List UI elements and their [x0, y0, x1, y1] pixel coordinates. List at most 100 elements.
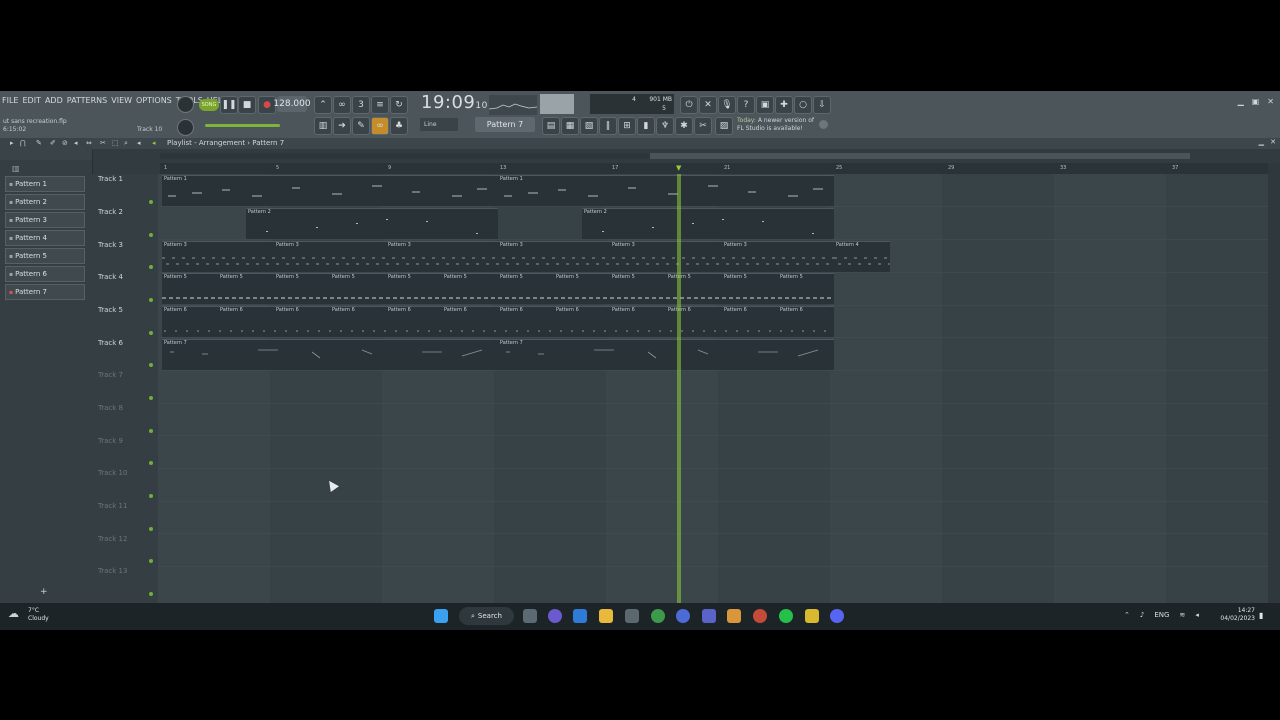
playlist-grid[interactable]: Pattern 1 Pattern 1 Pattern 2 Pattern 2 …	[158, 174, 1268, 603]
song-mode-button[interactable]: SONG	[199, 99, 219, 111]
close-icon[interactable]: ✕	[1267, 97, 1274, 106]
sticky-notes-icon[interactable]	[805, 609, 819, 623]
plugin-button[interactable]: ✚	[775, 96, 793, 114]
playback-icon[interactable]: ◂	[137, 139, 141, 147]
track-label[interactable]: Track 6	[98, 339, 123, 347]
discord-icon[interactable]	[830, 609, 844, 623]
master-pitch-knob[interactable]	[177, 119, 194, 136]
playlist-close-icon[interactable]: ✕	[1270, 138, 1276, 146]
tools-button[interactable]: ✕	[699, 96, 717, 114]
track-mute-led[interactable]	[149, 200, 153, 204]
paint-icon[interactable]: ✐	[50, 139, 56, 147]
pattern-clip[interactable]: Pattern 4	[834, 241, 890, 272]
view-plugin-picker-button[interactable]: ▮	[637, 117, 655, 135]
view-channel-rack-button[interactable]: ▦	[561, 117, 579, 135]
wait-input-button[interactable]: ∞	[333, 96, 351, 114]
notification-icon[interactable]: ▮	[1259, 611, 1263, 620]
track-label[interactable]: Track 12	[98, 535, 127, 543]
delete-icon[interactable]: ⊘	[62, 139, 68, 147]
fl-studio-icon[interactable]	[727, 609, 741, 623]
timeline-ruler[interactable]: 1 5 9 13 17 21 25 29 33 37 ▼	[160, 163, 1268, 174]
draw-icon[interactable]: ✎	[36, 139, 42, 147]
track-label[interactable]: Track 11	[98, 502, 127, 510]
pattern-clip[interactable]: Pattern 6 Pattern 6 Pattern 6 Pattern 6 …	[162, 306, 834, 337]
save-button[interactable]: ▣	[756, 96, 774, 114]
power-button[interactable]: ⏻	[680, 96, 698, 114]
master-volume-knob[interactable]	[177, 96, 194, 113]
scrollbar-thumb[interactable]	[650, 153, 1190, 159]
news-refresh-icon[interactable]	[819, 120, 828, 129]
mute-icon[interactable]: ◂	[74, 139, 78, 147]
view-browser-button[interactable]: ⊞	[618, 117, 636, 135]
draw-tool-button[interactable]: ✎	[352, 117, 370, 135]
stop-button[interactable]: ■	[238, 96, 256, 114]
pattern-clip[interactable]: Pattern 5 Pattern 5 Pattern 5 Pattern 5 …	[162, 273, 834, 304]
track-mute-led[interactable]	[149, 592, 153, 596]
track-label[interactable]: Track 4	[98, 273, 123, 281]
tray-mic-icon[interactable]: ♪	[1140, 611, 1144, 619]
track-mute-led[interactable]	[149, 265, 153, 269]
step-edit-button[interactable]: ≡	[371, 96, 389, 114]
mail-icon[interactable]	[573, 609, 587, 623]
pattern-clip[interactable]: Pattern 7	[498, 339, 834, 370]
slip-icon[interactable]: ⇔	[86, 139, 92, 147]
view-playlist-button[interactable]: ▤	[542, 117, 560, 135]
track-label[interactable]: Track 8	[98, 404, 123, 412]
track-label[interactable]: Track 1	[98, 175, 123, 183]
track-mute-led[interactable]	[149, 331, 153, 335]
pattern-clip[interactable]: Pattern 2	[582, 208, 834, 239]
pattern-clip[interactable]: Pattern 3 Pattern 3 Pattern 3 Pattern 3 …	[162, 241, 834, 272]
app-icon[interactable]	[753, 609, 767, 623]
pattern-selector[interactable]: Pattern 7	[475, 117, 535, 132]
playhead-line[interactable]	[677, 174, 681, 603]
track-label[interactable]: Track 9	[98, 437, 123, 445]
windows-start-icon[interactable]	[434, 609, 448, 623]
view-piano-roll-button[interactable]: ▧	[580, 117, 598, 135]
volume-icon[interactable]: ◂	[1195, 611, 1199, 619]
track-mute-led[interactable]	[149, 461, 153, 465]
pattern-list-item[interactable]: Pattern 6	[5, 266, 85, 282]
help-button[interactable]: ?	[737, 96, 755, 114]
playlist-arrow-icon[interactable]: ▸	[10, 139, 14, 147]
tray-chevron-icon[interactable]: ⌃	[1124, 611, 1130, 619]
track-mute-led[interactable]	[149, 559, 153, 563]
select-icon[interactable]: ⬚	[112, 139, 119, 147]
slice-icon[interactable]: ✂	[100, 139, 106, 147]
master-volume-slider[interactable]	[205, 124, 280, 127]
play-button[interactable]: ❚❚	[220, 96, 238, 114]
browser-menu-icon[interactable]: ▥	[12, 164, 20, 173]
track-mute-led[interactable]	[149, 429, 153, 433]
track-label[interactable]: Track 2	[98, 208, 123, 216]
tempo-display[interactable]: 128.000	[273, 96, 311, 112]
pattern-list-item[interactable]: Pattern 4	[5, 230, 85, 246]
metronome-button[interactable]: ⌃	[314, 96, 332, 114]
file-explorer-icon[interactable]	[599, 609, 613, 623]
download-button[interactable]: ⇩	[813, 96, 831, 114]
track-mute-led[interactable]	[149, 494, 153, 498]
track-mute-led[interactable]	[149, 396, 153, 400]
wifi-icon[interactable]: ≋	[1179, 611, 1185, 619]
menu-edit[interactable]: EDIT	[22, 96, 40, 105]
pattern-clip[interactable]: Pattern 2	[246, 208, 498, 239]
chrome-icon[interactable]	[651, 609, 665, 623]
pattern-list-item[interactable]: Pattern 1	[5, 176, 85, 192]
task-view-icon[interactable]	[523, 609, 537, 623]
piano-roll-button[interactable]: ▥	[314, 117, 332, 135]
menu-options[interactable]: OPTIONS	[136, 96, 172, 105]
track-label[interactable]: Track 5	[98, 306, 123, 314]
arrow-button[interactable]: ➔	[333, 117, 351, 135]
teams-chat-icon[interactable]	[548, 609, 562, 623]
pattern-list-item[interactable]: Pattern 5	[5, 248, 85, 264]
pattern-clip[interactable]: Pattern 1	[162, 175, 498, 206]
minimize-icon[interactable]: ▁	[1238, 97, 1244, 106]
playlist-minimize-icon[interactable]: ▁	[1259, 138, 1264, 146]
zoom-icon[interactable]: ⌕	[124, 139, 128, 148]
pattern-clip[interactable]: Pattern 7	[162, 339, 498, 370]
media-player-icon[interactable]	[676, 609, 690, 623]
view-script-button[interactable]: ✂	[694, 117, 712, 135]
view-mixer-button[interactable]: ‖	[599, 117, 617, 135]
stamp-tool-button[interactable]: ♣	[390, 117, 408, 135]
clock-widget[interactable]: 14:27 04/02/2023	[1215, 607, 1255, 623]
playhead-marker-icon[interactable]: ▼	[676, 164, 681, 172]
view-step-sequencer-button[interactable]: ✱	[675, 117, 693, 135]
